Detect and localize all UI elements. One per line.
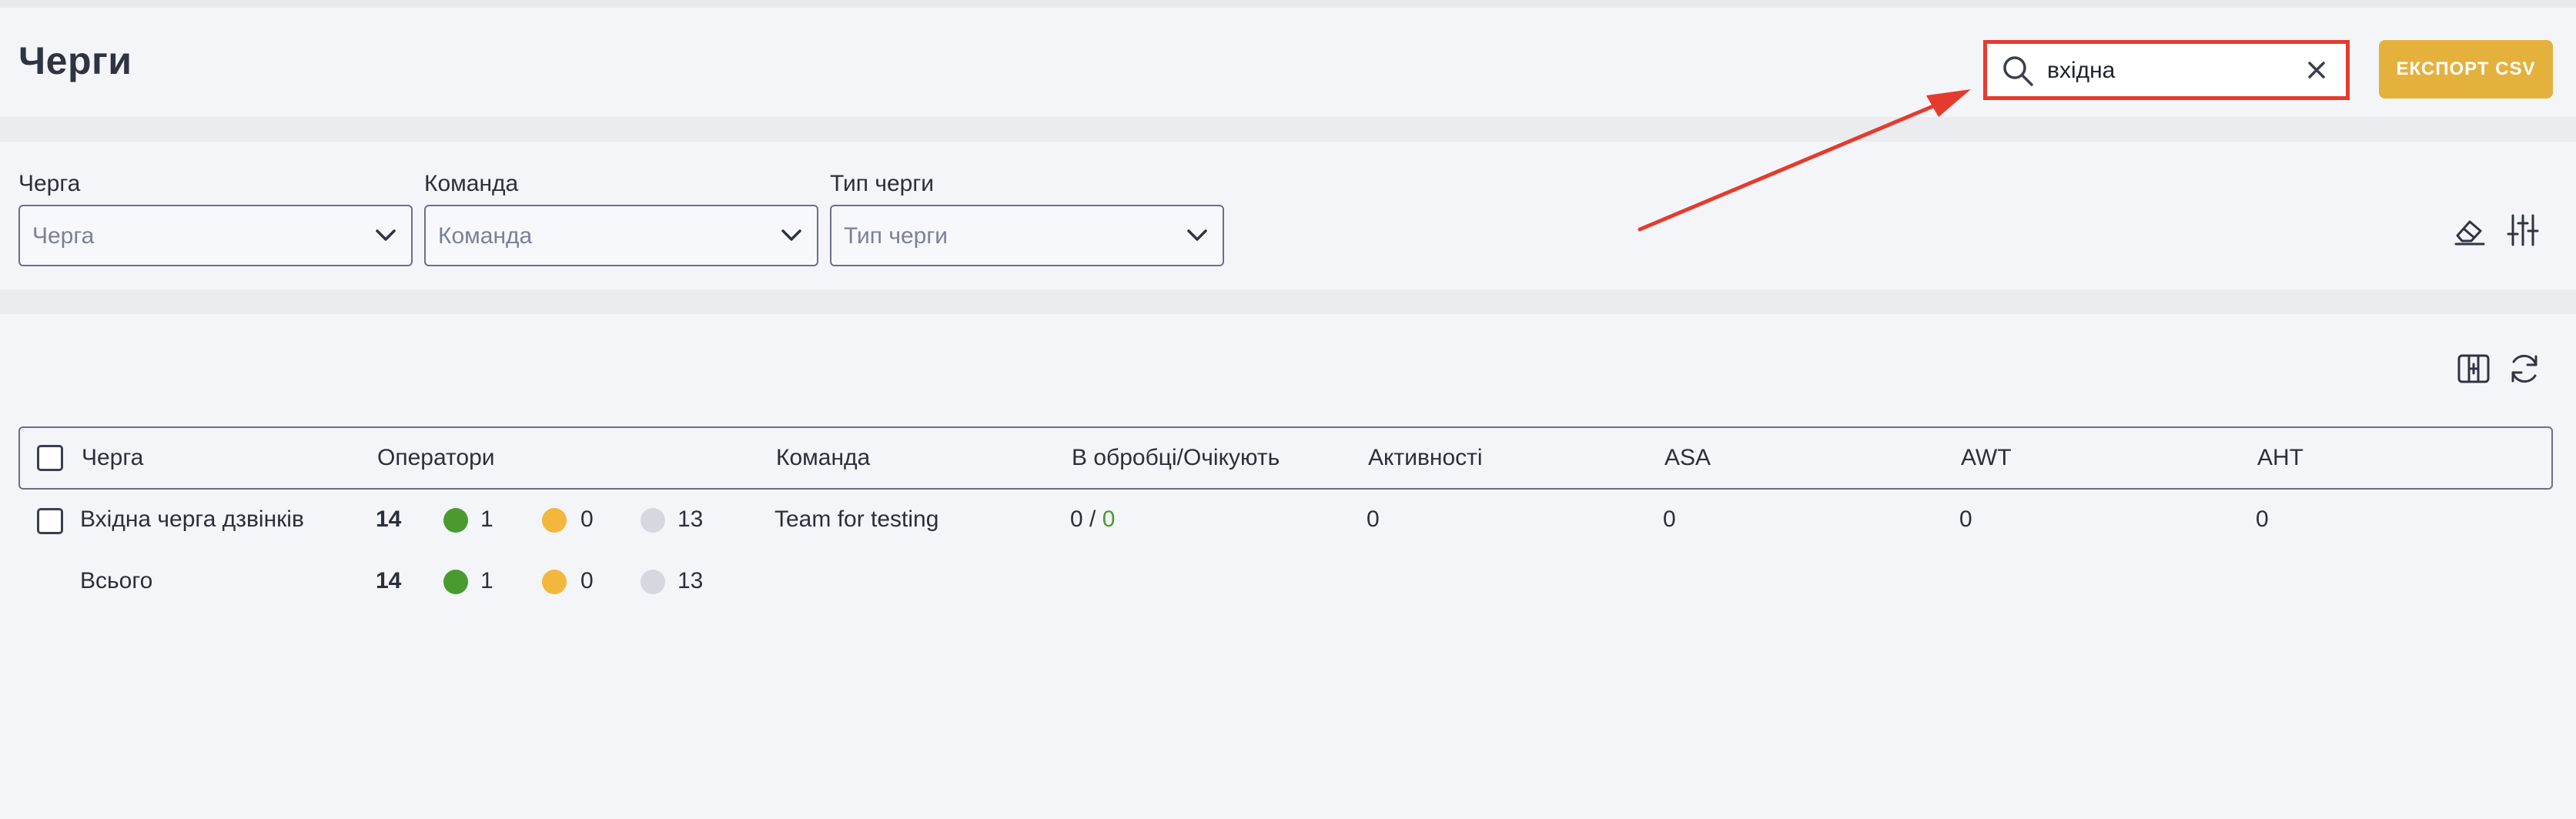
close-icon[interactable]	[2304, 58, 2329, 82]
table-header: Черга Оператори Команда В обробці/Очікую…	[18, 426, 2553, 490]
chevron-down-icon	[376, 229, 396, 241]
separator: /	[1082, 506, 1102, 532]
in-progress-count: 0	[1070, 506, 1083, 532]
asa-value: 0	[1663, 506, 1676, 532]
queues-table-panel: Черга Оператори Команда В обробці/Очікую…	[0, 314, 2576, 819]
operators-online: 1	[480, 506, 493, 532]
select-placeholder: Тип черги	[844, 223, 948, 249]
total-label: Всього	[80, 568, 153, 593]
status-busy-dot	[542, 570, 567, 594]
activities-value: 0	[1367, 506, 1380, 532]
operators-busy: 0	[580, 506, 594, 532]
status-online-dot	[443, 508, 468, 533]
eraser-icon[interactable]	[2453, 216, 2487, 246]
queue-select[interactable]: Черга	[18, 205, 413, 266]
operators-total: 14	[376, 568, 402, 593]
column-header-awt[interactable]: AWT	[1961, 445, 2012, 471]
select-all-checkbox[interactable]	[37, 445, 63, 471]
queue-name: Вхідна черга дзвінків	[80, 506, 304, 532]
column-header-aht[interactable]: AHT	[2257, 445, 2303, 471]
status-online-dot	[443, 570, 468, 594]
awt-value: 0	[1959, 506, 1972, 532]
page-header: Черги ЕКСПОРТ CSV	[0, 8, 2576, 117]
filter-label: Команда	[424, 171, 519, 196]
columns-icon[interactable]	[2456, 351, 2491, 386]
column-header-asa[interactable]: ASA	[1664, 445, 1711, 471]
column-header-team[interactable]: Команда	[776, 445, 870, 471]
filter-queue-type: Тип черги Тип черги	[830, 171, 1224, 266]
divider-band	[0, 117, 2576, 142]
column-header-in-progress-waiting[interactable]: В обробці/Очікують	[1072, 445, 1280, 471]
waiting-count: 0	[1102, 506, 1116, 532]
row-checkbox[interactable]	[37, 508, 63, 534]
aht-value: 0	[2256, 506, 2269, 532]
status-offline-dot	[641, 570, 665, 594]
select-placeholder: Команда	[438, 223, 533, 249]
filter-team: Команда Команда	[424, 171, 818, 266]
select-placeholder: Черга	[32, 223, 95, 249]
filter-queue: Черга Черга	[18, 171, 413, 266]
column-header-queue[interactable]: Черга	[82, 445, 143, 471]
operators-busy: 0	[580, 568, 594, 593]
operators-online: 1	[480, 568, 493, 593]
in-progress-waiting: 0 / 0	[1070, 506, 1115, 533]
filters-panel: Черга Черга Команда Команда Тип черги Ти…	[0, 142, 2576, 289]
search-input[interactable]	[2047, 52, 2278, 90]
search-icon	[2003, 56, 2033, 86]
search-box[interactable]	[1983, 40, 2350, 100]
queue-type-select[interactable]: Тип черги	[830, 205, 1224, 266]
export-csv-button[interactable]: ЕКСПОРТ CSV	[2379, 40, 2553, 99]
chevron-down-icon	[781, 229, 801, 241]
table-row[interactable]: Вхідна черга дзвінків 14 1 0 13 Team for…	[18, 491, 2553, 553]
filter-label: Тип черги	[830, 171, 935, 196]
team-name: Team for testing	[774, 506, 939, 532]
column-header-activities[interactable]: Активності	[1368, 445, 1483, 471]
top-strip	[0, 0, 2576, 8]
status-offline-dot	[641, 508, 665, 533]
sliders-icon[interactable]	[2507, 212, 2539, 248]
operators-offline: 13	[677, 568, 704, 593]
refresh-icon[interactable]	[2507, 351, 2542, 386]
total-row: Всього 14 1 0 13	[18, 553, 2553, 614]
chevron-down-icon	[1187, 229, 1207, 241]
operators-offline: 13	[677, 506, 704, 532]
column-header-operators[interactable]: Оператори	[377, 445, 495, 471]
page-title: Черги	[18, 39, 132, 82]
status-busy-dot	[542, 508, 567, 533]
team-select[interactable]: Команда	[424, 205, 818, 266]
operators-total: 14	[376, 506, 402, 532]
divider-band	[0, 289, 2576, 314]
filter-label: Черга	[18, 171, 81, 196]
